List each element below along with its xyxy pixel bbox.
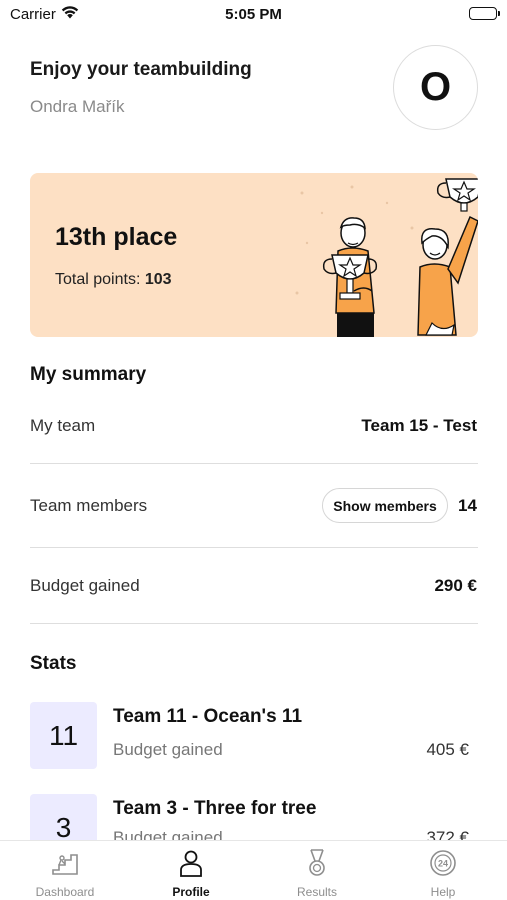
points-value: 103 xyxy=(144,271,172,288)
points-label: Total points: xyxy=(55,271,141,288)
stat-label: Budget gained xyxy=(113,740,223,759)
tab-bar: Dashboard Profile Results 24 Help xyxy=(0,840,507,900)
rank-title: 13th place xyxy=(55,223,178,251)
medal-icon xyxy=(302,848,332,883)
tab-results[interactable]: Results xyxy=(254,841,380,900)
svg-text:24: 24 xyxy=(438,859,448,869)
user-name: Ondra Mařík xyxy=(30,97,125,116)
divider xyxy=(30,463,478,464)
total-points: Total points: 103 xyxy=(55,271,172,289)
stat-value: 405 € xyxy=(426,740,469,759)
stat-team-name: Team 11 - Ocean's 11 xyxy=(113,706,303,727)
tab-help[interactable]: 24 Help xyxy=(380,841,506,900)
members-count: 14 xyxy=(458,496,477,515)
my-team-value: Team 15 - Test xyxy=(361,416,477,435)
support-24-icon: 24 xyxy=(428,848,458,883)
avatar[interactable]: O xyxy=(393,45,478,130)
stat-rank-badge: 11 xyxy=(30,702,97,769)
trophy-celebration-illustration xyxy=(295,178,478,337)
tab-label: Dashboard xyxy=(35,885,95,899)
tab-label: Profile xyxy=(172,885,210,899)
my-team-label: My team xyxy=(30,416,96,435)
tab-label: Results xyxy=(296,885,337,899)
budget-gained-label: Budget gained xyxy=(30,576,140,595)
summary-title: My summary xyxy=(30,364,147,385)
tab-label: Help xyxy=(430,885,456,899)
battery-icon xyxy=(469,7,500,20)
team-members-label: Team members xyxy=(30,496,148,515)
clock: 5:05 PM xyxy=(225,6,282,23)
divider xyxy=(30,623,478,624)
budget-gained-value: 290 € xyxy=(434,576,477,595)
greeting-title: Enjoy your teambuilding xyxy=(30,59,252,80)
tab-dashboard[interactable]: Dashboard xyxy=(2,841,128,900)
rank-card: 13th place Total points: 103 xyxy=(30,173,478,337)
stat-team-name: Team 3 - Three for tree xyxy=(113,798,317,819)
tab-profile[interactable]: Profile xyxy=(128,841,254,900)
person-icon xyxy=(176,848,206,883)
divider xyxy=(30,547,478,548)
stats-title: Stats xyxy=(30,653,77,674)
status-bar: Carrier 5:05 PM xyxy=(0,0,507,30)
show-members-button[interactable]: Show members xyxy=(322,488,448,523)
stairs-icon xyxy=(50,848,80,883)
